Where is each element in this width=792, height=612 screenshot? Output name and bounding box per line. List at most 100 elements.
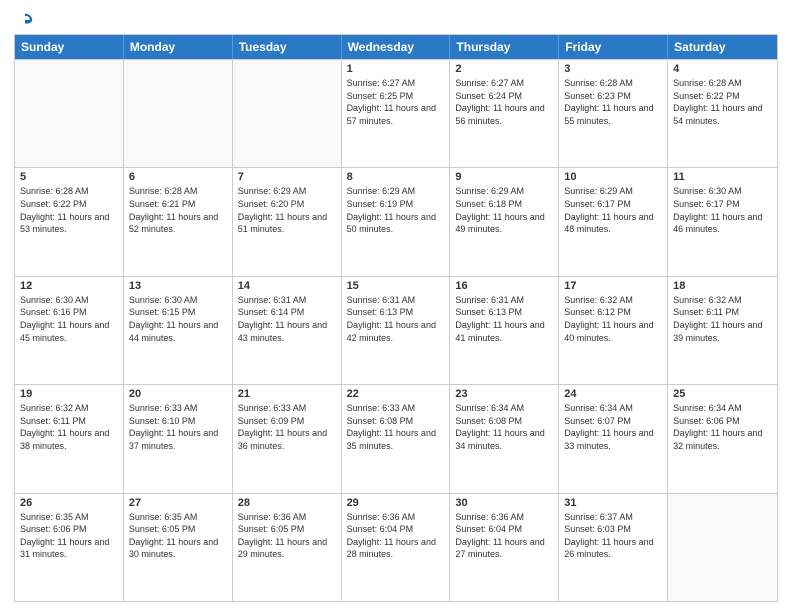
day-number: 9 bbox=[455, 171, 553, 183]
cal-day-7: 7 Sunrise: 6:29 AM Sunset: 6:20 PM Daylig… bbox=[233, 168, 342, 275]
day-info: Sunrise: 6:36 AM Sunset: 6:05 PM Dayligh… bbox=[238, 511, 336, 561]
cal-day-30: 30 Sunrise: 6:36 AM Sunset: 6:04 PM Dayli… bbox=[450, 494, 559, 601]
day-info: Sunrise: 6:35 AM Sunset: 6:05 PM Dayligh… bbox=[129, 511, 227, 561]
logo bbox=[14, 10, 35, 28]
cal-day-empty bbox=[668, 494, 777, 601]
day-info: Sunrise: 6:33 AM Sunset: 6:10 PM Dayligh… bbox=[129, 402, 227, 452]
day-number: 20 bbox=[129, 388, 227, 400]
cal-day-24: 24Sunrise: 6:34 AM Sunset: 6:07 PM Dayli… bbox=[559, 385, 668, 492]
day-number: 8 bbox=[347, 171, 445, 183]
cal-day-11: 11Sunrise: 6:30 AM Sunset: 6:17 PM Dayli… bbox=[668, 168, 777, 275]
calendar-body: 1Sunrise: 6:27 AM Sunset: 6:25 PM Daylig… bbox=[15, 59, 777, 601]
day-number: 28 bbox=[238, 497, 336, 509]
day-info: Sunrise: 6:29 AM Sunset: 6:17 PM Dayligh… bbox=[564, 185, 662, 235]
day-number: 25 bbox=[673, 388, 772, 400]
day-number: 7 bbox=[238, 171, 336, 183]
cal-day-10: 10 Sunrise: 6:29 AM Sunset: 6:17 PM Dayli… bbox=[559, 168, 668, 275]
cal-day-empty bbox=[124, 60, 233, 167]
day-info: Sunrise: 6:30 AM Sunset: 6:16 PM Dayligh… bbox=[20, 294, 118, 344]
day-number: 31 bbox=[564, 497, 662, 509]
day-number: 21 bbox=[238, 388, 336, 400]
calendar-header-row: SundayMondayTuesdayWednesdayThursdayFrid… bbox=[15, 35, 777, 59]
cal-day-4: 4 Sunrise: 6:28 AM Sunset: 6:22 PM Daylig… bbox=[668, 60, 777, 167]
cal-day-22: 22 Sunrise: 6:33 AM Sunset: 6:08 PM Dayli… bbox=[342, 385, 451, 492]
cal-day-empty bbox=[233, 60, 342, 167]
cal-day-28: 28 Sunrise: 6:36 AM Sunset: 6:05 PM Dayli… bbox=[233, 494, 342, 601]
cal-header-saturday: Saturday bbox=[668, 35, 777, 59]
day-info: Sunrise: 6:28 AM Sunset: 6:22 PM Dayligh… bbox=[20, 185, 118, 235]
day-number: 15 bbox=[347, 280, 445, 292]
cal-day-13: 13Sunrise: 6:30 AM Sunset: 6:15 PM Dayli… bbox=[124, 277, 233, 384]
day-number: 3 bbox=[564, 63, 662, 75]
day-number: 30 bbox=[455, 497, 553, 509]
day-number: 5 bbox=[20, 171, 118, 183]
cal-day-17: 17 Sunrise: 6:32 AM Sunset: 6:12 PM Dayli… bbox=[559, 277, 668, 384]
calendar: SundayMondayTuesdayWednesdayThursdayFrid… bbox=[14, 34, 778, 602]
day-info: Sunrise: 6:31 AM Sunset: 6:13 PM Dayligh… bbox=[455, 294, 553, 344]
day-info: Sunrise: 6:30 AM Sunset: 6:17 PM Dayligh… bbox=[673, 185, 772, 235]
day-number: 18 bbox=[673, 280, 772, 292]
day-info: Sunrise: 6:32 AM Sunset: 6:11 PM Dayligh… bbox=[20, 402, 118, 452]
day-number: 2 bbox=[455, 63, 553, 75]
cal-week-1: 1Sunrise: 6:27 AM Sunset: 6:25 PM Daylig… bbox=[15, 59, 777, 167]
header bbox=[14, 10, 778, 28]
cal-day-1: 1Sunrise: 6:27 AM Sunset: 6:25 PM Daylig… bbox=[342, 60, 451, 167]
cal-day-19: 19Sunrise: 6:32 AM Sunset: 6:11 PM Dayli… bbox=[15, 385, 124, 492]
day-info: Sunrise: 6:37 AM Sunset: 6:03 PM Dayligh… bbox=[564, 511, 662, 561]
cal-day-2: 2 Sunrise: 6:27 AM Sunset: 6:24 PM Daylig… bbox=[450, 60, 559, 167]
day-number: 29 bbox=[347, 497, 445, 509]
cal-header-wednesday: Wednesday bbox=[342, 35, 451, 59]
cal-day-12: 12 Sunrise: 6:30 AM Sunset: 6:16 PM Dayli… bbox=[15, 277, 124, 384]
day-number: 4 bbox=[673, 63, 772, 75]
day-info: Sunrise: 6:35 AM Sunset: 6:06 PM Dayligh… bbox=[20, 511, 118, 561]
day-number: 12 bbox=[20, 280, 118, 292]
cal-day-5: 5 Sunrise: 6:28 AM Sunset: 6:22 PM Daylig… bbox=[15, 168, 124, 275]
cal-header-tuesday: Tuesday bbox=[233, 35, 342, 59]
cal-day-8: 8Sunrise: 6:29 AM Sunset: 6:19 PM Daylig… bbox=[342, 168, 451, 275]
day-number: 23 bbox=[455, 388, 553, 400]
cal-day-6: 6Sunrise: 6:28 AM Sunset: 6:21 PM Daylig… bbox=[124, 168, 233, 275]
cal-day-16: 16Sunrise: 6:31 AM Sunset: 6:13 PM Dayli… bbox=[450, 277, 559, 384]
cal-day-27: 27 Sunrise: 6:35 AM Sunset: 6:05 PM Dayli… bbox=[124, 494, 233, 601]
cal-day-29: 29Sunrise: 6:36 AM Sunset: 6:04 PM Dayli… bbox=[342, 494, 451, 601]
cal-week-4: 19Sunrise: 6:32 AM Sunset: 6:11 PM Dayli… bbox=[15, 384, 777, 492]
day-number: 26 bbox=[20, 497, 118, 509]
day-info: Sunrise: 6:32 AM Sunset: 6:11 PM Dayligh… bbox=[673, 294, 772, 344]
day-number: 24 bbox=[564, 388, 662, 400]
day-info: Sunrise: 6:28 AM Sunset: 6:22 PM Dayligh… bbox=[673, 77, 772, 127]
cal-day-20: 20 Sunrise: 6:33 AM Sunset: 6:10 PM Dayli… bbox=[124, 385, 233, 492]
day-info: Sunrise: 6:28 AM Sunset: 6:21 PM Dayligh… bbox=[129, 185, 227, 235]
day-number: 17 bbox=[564, 280, 662, 292]
day-number: 27 bbox=[129, 497, 227, 509]
cal-header-thursday: Thursday bbox=[450, 35, 559, 59]
cal-day-23: 23 Sunrise: 6:34 AM Sunset: 6:08 PM Dayli… bbox=[450, 385, 559, 492]
day-info: Sunrise: 6:33 AM Sunset: 6:08 PM Dayligh… bbox=[347, 402, 445, 452]
page: SundayMondayTuesdayWednesdayThursdayFrid… bbox=[0, 0, 792, 612]
day-info: Sunrise: 6:30 AM Sunset: 6:15 PM Dayligh… bbox=[129, 294, 227, 344]
day-info: Sunrise: 6:28 AM Sunset: 6:23 PM Dayligh… bbox=[564, 77, 662, 127]
day-info: Sunrise: 6:36 AM Sunset: 6:04 PM Dayligh… bbox=[455, 511, 553, 561]
day-info: Sunrise: 6:31 AM Sunset: 6:14 PM Dayligh… bbox=[238, 294, 336, 344]
day-info: Sunrise: 6:34 AM Sunset: 6:08 PM Dayligh… bbox=[455, 402, 553, 452]
cal-header-sunday: Sunday bbox=[15, 35, 124, 59]
day-info: Sunrise: 6:33 AM Sunset: 6:09 PM Dayligh… bbox=[238, 402, 336, 452]
day-number: 22 bbox=[347, 388, 445, 400]
cal-week-5: 26 Sunrise: 6:35 AM Sunset: 6:06 PM Dayli… bbox=[15, 493, 777, 601]
cal-day-21: 21 Sunrise: 6:33 AM Sunset: 6:09 PM Dayli… bbox=[233, 385, 342, 492]
day-info: Sunrise: 6:29 AM Sunset: 6:18 PM Dayligh… bbox=[455, 185, 553, 235]
cal-day-31: 31 Sunrise: 6:37 AM Sunset: 6:03 PM Dayli… bbox=[559, 494, 668, 601]
cal-day-3: 3 Sunrise: 6:28 AM Sunset: 6:23 PM Daylig… bbox=[559, 60, 668, 167]
cal-day-26: 26 Sunrise: 6:35 AM Sunset: 6:06 PM Dayli… bbox=[15, 494, 124, 601]
cal-day-empty bbox=[15, 60, 124, 167]
day-number: 1 bbox=[347, 63, 445, 75]
day-info: Sunrise: 6:32 AM Sunset: 6:12 PM Dayligh… bbox=[564, 294, 662, 344]
cal-day-25: 25Sunrise: 6:34 AM Sunset: 6:06 PM Dayli… bbox=[668, 385, 777, 492]
day-number: 10 bbox=[564, 171, 662, 183]
cal-header-monday: Monday bbox=[124, 35, 233, 59]
cal-week-2: 5 Sunrise: 6:28 AM Sunset: 6:22 PM Daylig… bbox=[15, 167, 777, 275]
cal-header-friday: Friday bbox=[559, 35, 668, 59]
day-info: Sunrise: 6:31 AM Sunset: 6:13 PM Dayligh… bbox=[347, 294, 445, 344]
day-info: Sunrise: 6:29 AM Sunset: 6:20 PM Dayligh… bbox=[238, 185, 336, 235]
day-info: Sunrise: 6:27 AM Sunset: 6:24 PM Dayligh… bbox=[455, 77, 553, 127]
logo-text bbox=[14, 10, 35, 28]
